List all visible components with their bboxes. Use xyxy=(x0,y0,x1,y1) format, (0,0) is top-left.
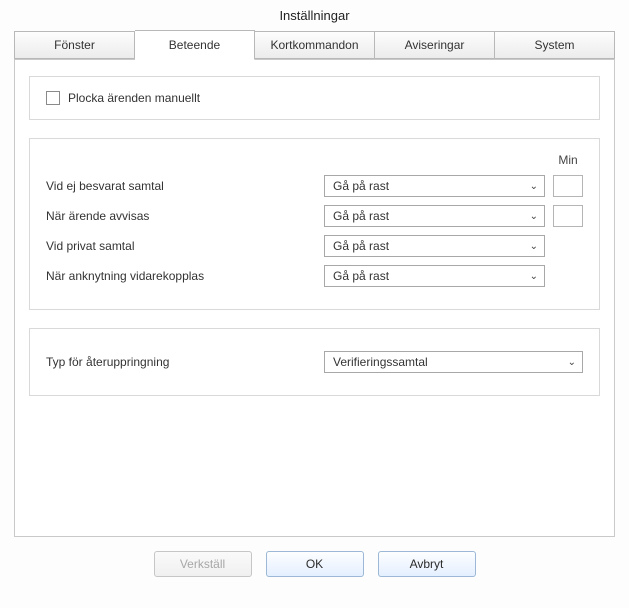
cancel-button[interactable]: Avbryt xyxy=(378,551,476,577)
min-spacer xyxy=(553,265,583,287)
tabpanel-behaviour: Plocka ärenden manuellt Min Vid ej besva… xyxy=(14,59,615,537)
label-unanswered: Vid ej besvarat samtal xyxy=(46,179,316,193)
header-row: Min xyxy=(46,153,583,167)
select-unanswered[interactable]: Gå på rast ⌄ xyxy=(324,175,545,197)
tab-system[interactable]: System xyxy=(495,31,615,59)
checkbox-row-manual: Plocka ärenden manuellt xyxy=(46,91,583,105)
min-column-header: Min xyxy=(553,153,583,167)
tabbar: Fönster Beteende Kortkommandon Avisering… xyxy=(14,29,615,59)
min-input-rejected[interactable] xyxy=(553,205,583,227)
apply-button: Verkställ xyxy=(154,551,252,577)
row-rejected: När ärende avvisas Gå på rast ⌄ xyxy=(46,205,583,227)
row-callback: Typ för återuppringning Verifieringssamt… xyxy=(46,351,583,373)
tab-shortcuts[interactable]: Kortkommandon xyxy=(255,31,375,59)
row-unanswered: Vid ej besvarat samtal Gå på rast ⌄ xyxy=(46,175,583,197)
group-callback: Typ för återuppringning Verifieringssamt… xyxy=(29,328,600,396)
row-private: Vid privat samtal Gå på rast ⌄ xyxy=(46,235,583,257)
dialog-buttonbar: Verkställ OK Avbryt xyxy=(0,551,629,577)
select-unanswered-value: Gå på rast xyxy=(333,179,389,193)
chevron-down-icon: ⌄ xyxy=(530,241,538,252)
select-callback-value: Verifieringssamtal xyxy=(333,355,428,369)
checkbox-manual-pick-label: Plocka ärenden manuellt xyxy=(68,91,200,105)
chevron-down-icon: ⌄ xyxy=(568,357,576,368)
label-private: Vid privat samtal xyxy=(46,239,316,253)
chevron-down-icon: ⌄ xyxy=(530,211,538,222)
tab-windows[interactable]: Fönster xyxy=(14,31,135,59)
select-rejected-value: Gå på rast xyxy=(333,209,389,223)
select-callback[interactable]: Verifieringssamtal ⌄ xyxy=(324,351,583,373)
label-rejected: När ärende avvisas xyxy=(46,209,316,223)
checkbox-manual-pick[interactable] xyxy=(46,91,60,105)
dialog-title: Inställningar xyxy=(0,0,629,29)
ok-button[interactable]: OK xyxy=(266,551,364,577)
label-callback: Typ för återuppringning xyxy=(46,355,316,369)
select-forwarded-value: Gå på rast xyxy=(333,269,389,283)
select-private[interactable]: Gå på rast ⌄ xyxy=(324,235,545,257)
select-rejected[interactable]: Gå på rast ⌄ xyxy=(324,205,545,227)
tab-notifications[interactable]: Aviseringar xyxy=(375,31,495,59)
select-forwarded[interactable]: Gå på rast ⌄ xyxy=(324,265,545,287)
select-private-value: Gå på rast xyxy=(333,239,389,253)
settings-dialog: Inställningar Fönster Beteende Kortkomma… xyxy=(0,0,629,608)
tab-behaviour[interactable]: Beteende xyxy=(135,30,255,60)
min-input-unanswered[interactable] xyxy=(553,175,583,197)
label-forwarded: När anknytning vidarekopplas xyxy=(46,269,316,283)
chevron-down-icon: ⌄ xyxy=(530,181,538,192)
min-spacer xyxy=(553,235,583,257)
group-manual-pick: Plocka ärenden manuellt xyxy=(29,76,600,120)
group-actions: Min Vid ej besvarat samtal Gå på rast ⌄ … xyxy=(29,138,600,310)
chevron-down-icon: ⌄ xyxy=(530,271,538,282)
row-forwarded: När anknytning vidarekopplas Gå på rast … xyxy=(46,265,583,287)
